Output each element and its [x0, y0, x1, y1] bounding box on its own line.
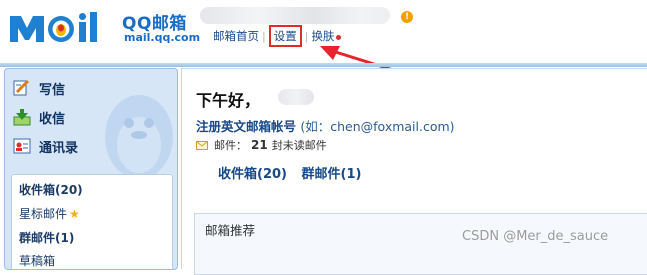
nav-separator: |	[262, 29, 266, 43]
sidebar: 写信 收信 通讯录 收件箱(20) 星标邮件 ★ 群邮件(1) 草稿箱	[4, 68, 178, 270]
folder-inbox[interactable]: 收件箱(20)	[19, 181, 83, 198]
mailbox-recommend-panel: 邮箱推荐	[194, 213, 647, 275]
nav-separator: |	[304, 29, 309, 43]
group-mail-link[interactable]: 群邮件(1)	[302, 167, 362, 182]
notification-dot-icon	[336, 34, 342, 40]
warning-icon[interactable]: !	[401, 11, 413, 23]
mail-prefix: 邮件：	[214, 139, 247, 152]
compose-button[interactable]: 写信	[13, 78, 65, 98]
inbox-download-icon	[13, 109, 31, 126]
change-skin-link[interactable]: 换肤	[311, 28, 334, 44]
top-bar	[0, 63, 647, 67]
blurred-user-info	[200, 7, 390, 24]
unread-summary: 邮件： 21 封未读邮件	[196, 137, 327, 153]
csdn-watermark: CSDN @Mer_de_sauce	[462, 229, 609, 244]
register-label: 注册英文邮箱帐号	[196, 119, 297, 134]
contacts-label: 通讯录	[39, 140, 79, 156]
pencil-icon	[13, 79, 30, 96]
mailbox-home-link[interactable]: 邮箱首页	[213, 28, 259, 44]
contacts-card-icon	[13, 138, 31, 154]
brand-domain: mail.qq.com	[124, 31, 201, 44]
folder-group-mail[interactable]: 群邮件(1)	[19, 229, 74, 246]
quick-links: 收件箱(20) 群邮件(1)	[218, 163, 371, 182]
receive-label: 收信	[39, 111, 66, 127]
folder-starred-label: 星标邮件	[19, 207, 68, 221]
register-hint: (如：chen@foxmail.com)	[300, 119, 455, 134]
qq-penguin-watermark-icon	[105, 95, 173, 179]
mail-suffix: 封未读邮件	[271, 139, 327, 152]
envelope-icon	[196, 140, 208, 150]
folder-drafts[interactable]: 草稿箱	[19, 252, 55, 269]
contacts-button[interactable]: 通讯录	[13, 136, 78, 156]
folder-starred[interactable]: 星标邮件 ★	[19, 205, 80, 222]
star-icon: ★	[69, 207, 80, 221]
receive-button[interactable]: 收信	[13, 107, 65, 127]
inbox-link[interactable]: 收件箱(20)	[218, 167, 287, 182]
greeting: 下午好，	[196, 91, 261, 110]
register-english-account-link[interactable]: 注册英文邮箱帐号 (如：chen@foxmail.com)	[196, 116, 455, 135]
mail-logo[interactable]	[8, 8, 118, 48]
compose-label: 写信	[39, 82, 66, 98]
blurred-username	[278, 89, 314, 105]
settings-link[interactable]: 设置	[268, 25, 302, 47]
unread-count: 21	[251, 138, 268, 152]
recommend-title: 邮箱推荐	[205, 223, 256, 238]
top-nav: 邮箱首页 | 设置 | 换肤	[213, 25, 342, 47]
